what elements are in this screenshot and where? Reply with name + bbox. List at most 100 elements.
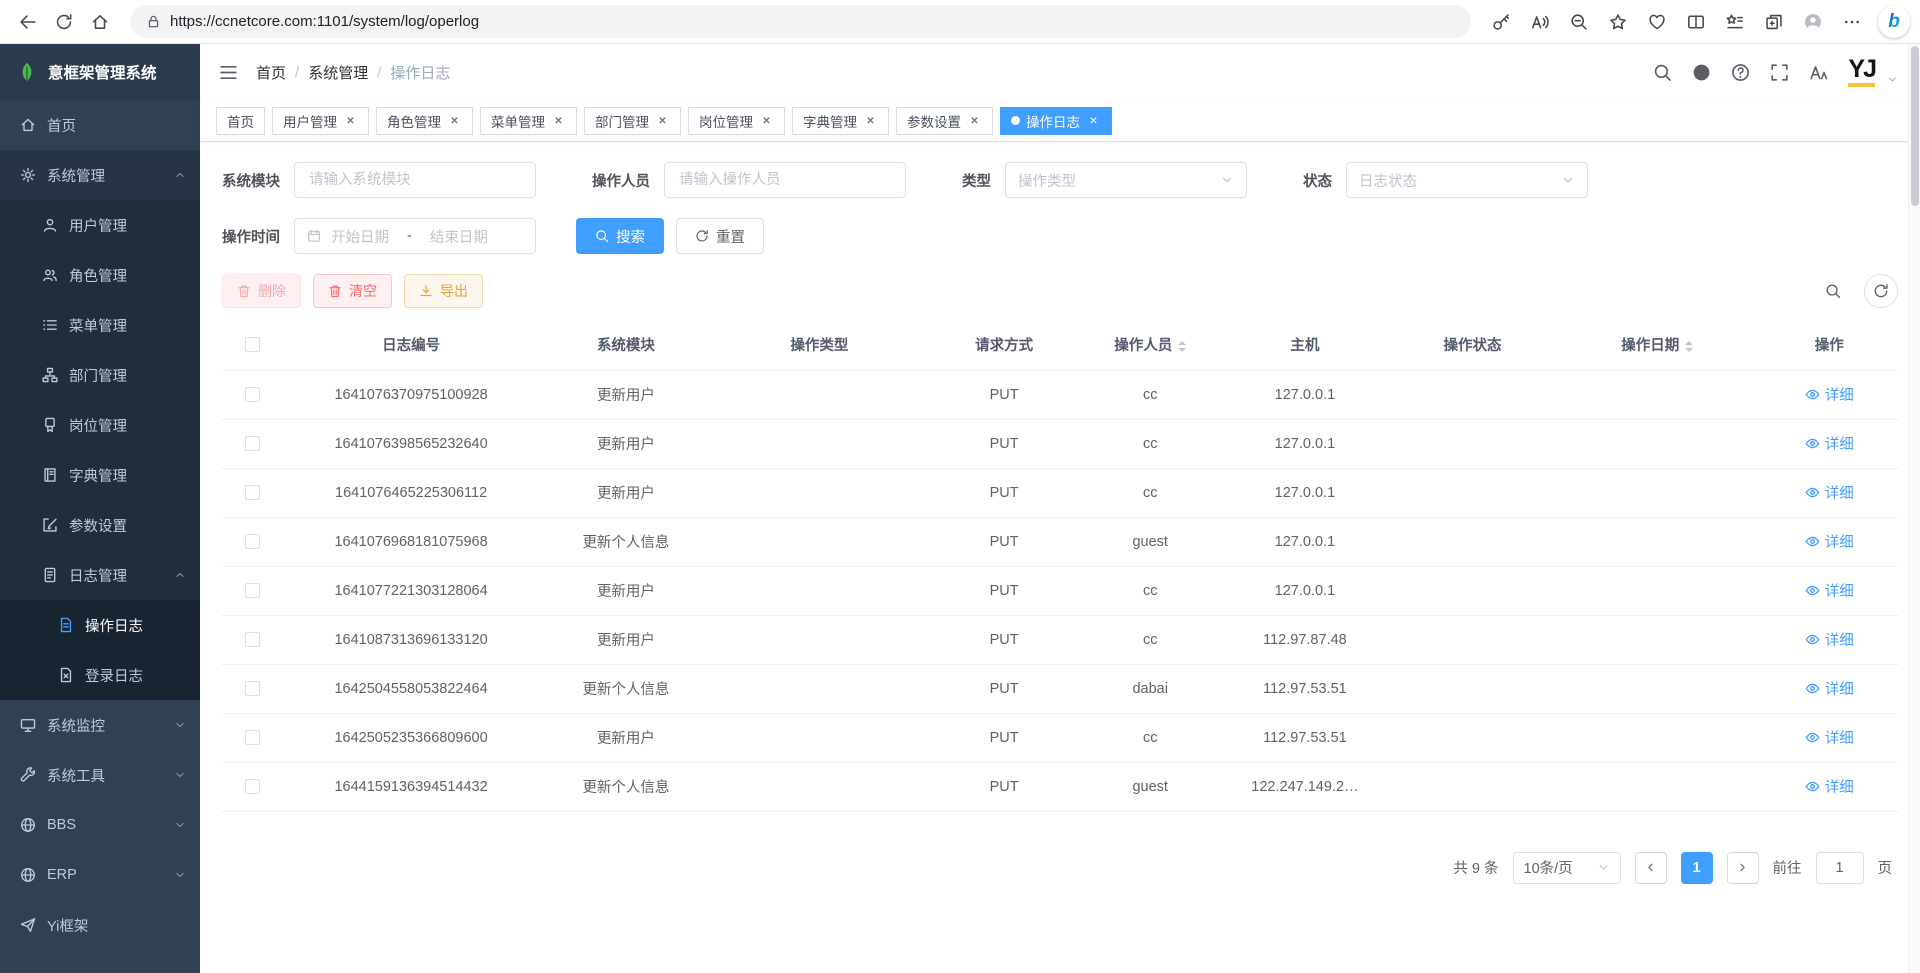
collections-icon[interactable] xyxy=(1756,5,1792,39)
favorite-icon[interactable] xyxy=(1600,5,1636,39)
url-text[interactable]: https://ccnetcore.com:1101/system/log/op… xyxy=(170,13,479,30)
breadcrumb-item[interactable]: 系统管理 xyxy=(308,62,368,83)
tab-用户管理[interactable]: 用户管理× xyxy=(272,107,369,135)
row-checkbox[interactable] xyxy=(245,436,260,451)
sidebar-item-日志管理[interactable]: 日志管理 xyxy=(0,550,200,600)
search-icon[interactable] xyxy=(1653,63,1672,82)
export-button[interactable]: 导出 xyxy=(404,274,483,308)
sort-caret-icon[interactable] xyxy=(1178,341,1186,352)
tab-参数设置[interactable]: 参数设置× xyxy=(896,107,993,135)
page-scrollbar[interactable] xyxy=(1908,44,1920,973)
sidebar-item-参数设置[interactable]: 参数设置 xyxy=(0,500,200,550)
module-input[interactable] xyxy=(294,162,536,198)
detail-link[interactable]: 详细 xyxy=(1805,678,1854,699)
close-icon[interactable]: × xyxy=(655,113,670,128)
detail-link[interactable]: 详细 xyxy=(1805,482,1854,503)
row-checkbox[interactable] xyxy=(245,485,260,500)
tab-部门管理[interactable]: 部门管理× xyxy=(584,107,681,135)
sidebar-item-Yi框架[interactable]: Yi框架 xyxy=(0,900,200,950)
row-checkbox[interactable] xyxy=(245,632,260,647)
row-checkbox[interactable] xyxy=(245,387,260,402)
app-logo[interactable]: 意框架管理系统 xyxy=(0,44,200,100)
bing-chat-icon[interactable]: b xyxy=(1878,6,1910,38)
tab-首页[interactable]: 首页 xyxy=(216,107,265,135)
detail-link[interactable]: 详细 xyxy=(1805,629,1854,650)
next-page-button[interactable] xyxy=(1727,852,1759,884)
sidebar-item-ERP[interactable]: ERP xyxy=(0,850,200,900)
sidebar-item-用户管理[interactable]: 用户管理 xyxy=(0,200,200,250)
column-header-操作日期[interactable]: 操作日期 xyxy=(1554,320,1760,370)
row-checkbox[interactable] xyxy=(245,779,260,794)
sidebar-item-菜单管理[interactable]: 菜单管理 xyxy=(0,300,200,350)
back-icon[interactable] xyxy=(10,5,46,39)
refresh-icon[interactable] xyxy=(46,5,82,39)
github-icon[interactable] xyxy=(1692,63,1711,82)
reset-button[interactable]: 重置 xyxy=(676,218,764,254)
close-icon[interactable]: × xyxy=(1086,113,1101,128)
detail-link[interactable]: 详细 xyxy=(1805,727,1854,748)
sidebar-item-岗位管理[interactable]: 岗位管理 xyxy=(0,400,200,450)
close-icon[interactable]: × xyxy=(343,113,358,128)
sidebar-fold-button[interactable] xyxy=(200,44,256,100)
zoom-out-icon[interactable] xyxy=(1561,5,1597,39)
detail-link[interactable]: 详细 xyxy=(1805,531,1854,552)
status-select[interactable]: 日志状态 xyxy=(1346,162,1588,198)
row-checkbox[interactable] xyxy=(245,730,260,745)
sidebar-item-字典管理[interactable]: 字典管理 xyxy=(0,450,200,500)
question-icon[interactable] xyxy=(1731,63,1750,82)
type-select[interactable]: 操作类型 xyxy=(1005,162,1247,198)
close-icon[interactable]: × xyxy=(447,113,462,128)
sidebar-item-系统工具[interactable]: 系统工具 xyxy=(0,750,200,800)
tab-字典管理[interactable]: 字典管理× xyxy=(792,107,889,135)
close-icon[interactable]: × xyxy=(551,113,566,128)
detail-link[interactable]: 详细 xyxy=(1805,776,1854,797)
essentials-icon[interactable] xyxy=(1639,5,1675,39)
more-icon[interactable] xyxy=(1834,5,1870,39)
table-search-button[interactable] xyxy=(1816,274,1850,308)
yj-logo[interactable]: YJ xyxy=(1848,57,1875,87)
sidebar-item-部门管理[interactable]: 部门管理 xyxy=(0,350,200,400)
sort-caret-icon[interactable] xyxy=(1685,341,1693,352)
address-bar[interactable]: https://ccnetcore.com:1101/system/log/op… xyxy=(130,5,1471,38)
detail-link[interactable]: 详细 xyxy=(1805,433,1854,454)
clear-button[interactable]: 清空 xyxy=(313,274,392,308)
chevron-down-icon[interactable] xyxy=(1887,74,1898,85)
detail-link[interactable]: 详细 xyxy=(1805,384,1854,405)
page-1-button[interactable]: 1 xyxy=(1681,852,1713,884)
search-button[interactable]: 搜索 xyxy=(576,218,664,254)
sidebar-item-系统监控[interactable]: 系统监控 xyxy=(0,700,200,750)
table-refresh-button[interactable] xyxy=(1864,274,1898,308)
date-range-picker[interactable]: 开始日期 - 结束日期 xyxy=(294,218,536,254)
select-all-checkbox[interactable] xyxy=(245,337,260,352)
sidebar-item-BBS[interactable]: BBS xyxy=(0,800,200,850)
column-header-操作人员[interactable]: 操作人员 xyxy=(1081,320,1219,370)
sidebar-item-首页[interactable]: 首页 xyxy=(0,100,200,150)
goto-page-input[interactable] xyxy=(1816,852,1864,884)
close-icon[interactable]: × xyxy=(863,113,878,128)
prev-page-button[interactable] xyxy=(1635,852,1667,884)
sidebar-item-系统管理[interactable]: 系统管理 xyxy=(0,150,200,200)
close-icon[interactable]: × xyxy=(759,113,774,128)
sidebar-item-角色管理[interactable]: 角色管理 xyxy=(0,250,200,300)
scrollbar-thumb[interactable] xyxy=(1911,46,1919,206)
split-screen-icon[interactable] xyxy=(1678,5,1714,39)
tab-角色管理[interactable]: 角色管理× xyxy=(376,107,473,135)
fullscreen-icon[interactable] xyxy=(1770,63,1789,82)
breadcrumb-item[interactable]: 首页 xyxy=(256,62,286,83)
profile-avatar-icon[interactable] xyxy=(1795,5,1831,39)
tab-岗位管理[interactable]: 岗位管理× xyxy=(688,107,785,135)
sidebar-item-操作日志[interactable]: 操作日志 xyxy=(0,600,200,650)
close-icon[interactable]: × xyxy=(967,113,982,128)
operator-input[interactable] xyxy=(664,162,906,198)
row-checkbox[interactable] xyxy=(245,681,260,696)
font-size-icon[interactable] xyxy=(1809,63,1828,82)
detail-link[interactable]: 详细 xyxy=(1805,580,1854,601)
password-key-icon[interactable] xyxy=(1483,5,1519,39)
tab-菜单管理[interactable]: 菜单管理× xyxy=(480,107,577,135)
read-aloud-icon[interactable] xyxy=(1522,5,1558,39)
delete-button[interactable]: 删除 xyxy=(222,274,301,308)
favorites-bar-icon[interactable] xyxy=(1717,5,1753,39)
sidebar-item-登录日志[interactable]: 登录日志 xyxy=(0,650,200,700)
row-checkbox[interactable] xyxy=(245,534,260,549)
tab-操作日志[interactable]: 操作日志× xyxy=(1000,107,1112,135)
